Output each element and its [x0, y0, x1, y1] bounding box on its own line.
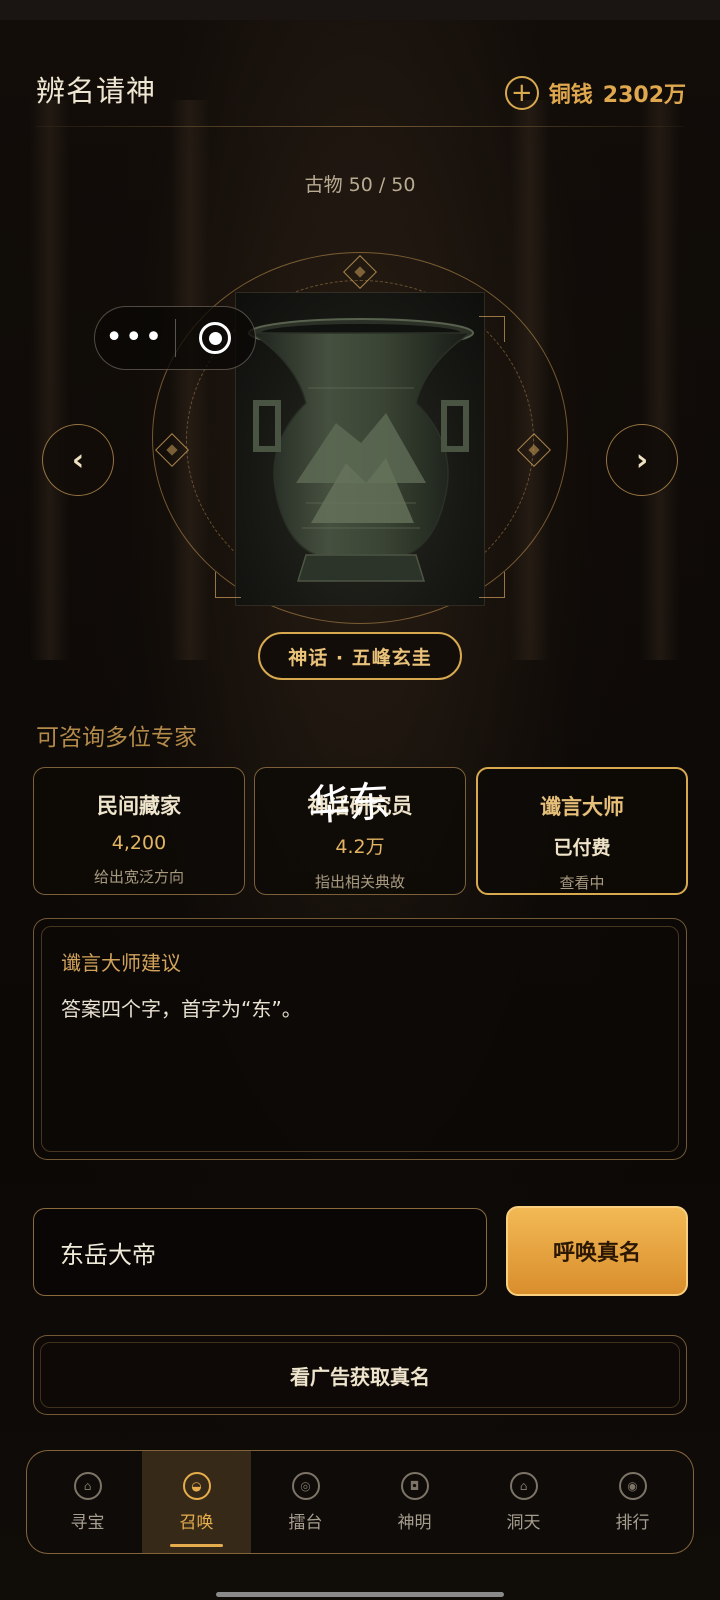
watch-ad-button[interactable]: 看广告获取真名 — [33, 1335, 687, 1415]
target-close-icon — [199, 322, 232, 354]
expert-price: 4,200 — [111, 832, 167, 854]
status-bar — [0, 0, 720, 20]
artifact-image — [235, 292, 485, 606]
summon-icon: ◒ — [182, 1471, 211, 1500]
arena-icon: ◎ — [291, 1471, 320, 1500]
expert-desc: 查看中 — [559, 874, 605, 892]
watch-ad-label: 看广告获取真名 — [290, 1364, 430, 1389]
ranking-icon: ◉ — [618, 1471, 647, 1500]
next-artifact-button[interactable]: › — [606, 424, 678, 496]
page-title: 辨名请神 — [36, 74, 157, 108]
tab-label: 擂台 — [288, 1512, 323, 1533]
expert-price: 4.2万 — [335, 836, 385, 858]
tab-treasure[interactable]: ⌂ 寻宝 — [33, 1451, 142, 1553]
chevron-right-icon: › — [635, 442, 649, 478]
expert-desc: 指出相关典故 — [314, 873, 405, 891]
experts-section-title: 可咨询多位专家 — [36, 725, 197, 751]
header-divider — [36, 126, 684, 127]
tab-label: 神明 — [397, 1512, 432, 1533]
expert-desc: 给出宽泛方向 — [93, 868, 184, 886]
home-indicator[interactable] — [216, 1592, 504, 1597]
add-coins-button[interactable]: + — [504, 76, 539, 110]
coins-label: 铜钱 — [548, 83, 593, 108]
bronze-vessel-icon — [248, 318, 474, 582]
previous-artifact-button[interactable]: ‹ — [42, 424, 114, 496]
expert-name: 民间藏家 — [97, 794, 181, 818]
advice-title: 谶言大师建议 — [61, 951, 181, 975]
mini-program-capsule: ••• — [94, 306, 256, 370]
expert-card-folk-collector[interactable]: 民间藏家 4,200 给出宽泛方向 — [33, 767, 245, 895]
close-mini-program-button[interactable] — [176, 322, 256, 354]
frame-corner — [479, 572, 505, 598]
treasure-icon: ⌂ — [73, 1471, 102, 1500]
more-options-button[interactable]: ••• — [95, 323, 175, 353]
advice-panel: 谶言大师建议 答案四个字，首字为“东”。 — [33, 918, 687, 1160]
advice-text: 答案四个字，首字为“东”。 — [61, 997, 302, 1021]
frame-corner — [215, 572, 241, 598]
tab-deity[interactable]: ◘ 神明 — [360, 1451, 469, 1553]
overlay-handwritten-text: 华东 — [306, 776, 390, 831]
tab-label: 召唤 — [179, 1512, 214, 1533]
tab-label: 排行 — [615, 1512, 650, 1533]
expert-name: 谶言大师 — [540, 795, 624, 819]
tab-label: 洞天 — [506, 1512, 541, 1533]
chevron-left-icon: ‹ — [71, 442, 85, 478]
coins-value: 2302万 — [602, 83, 686, 108]
bottom-tab-bar: ⌂ 寻宝 ◒ 召唤 ◎ 擂台 ◘ 神明 ⌂ 洞天 ◉ 排行 — [26, 1450, 694, 1554]
expert-card-prophecy-master[interactable]: 谶言大师 已付费 查看中 — [476, 767, 688, 895]
coins-display: + 铜钱 2302万 — [504, 76, 686, 110]
frame-corner — [479, 316, 505, 342]
tab-label: 寻宝 — [70, 1512, 105, 1533]
summon-button[interactable]: 呼唤真名 — [506, 1206, 688, 1296]
tab-ranking[interactable]: ◉ 排行 — [578, 1451, 687, 1553]
tab-arena[interactable]: ◎ 擂台 — [251, 1451, 360, 1553]
answer-input[interactable]: 东岳大帝 — [33, 1208, 487, 1296]
deity-icon: ◘ — [400, 1471, 429, 1500]
grotto-icon: ⌂ — [509, 1471, 538, 1500]
tab-summon[interactable]: ◒ 召唤 — [142, 1451, 251, 1553]
artifact-name-badge: 神话 · 五峰玄圭 — [258, 632, 462, 680]
collection-count: 古物 50 / 50 — [304, 174, 416, 196]
expert-price: 已付费 — [553, 837, 611, 859]
tab-grotto[interactable]: ⌂ 洞天 — [469, 1451, 578, 1553]
